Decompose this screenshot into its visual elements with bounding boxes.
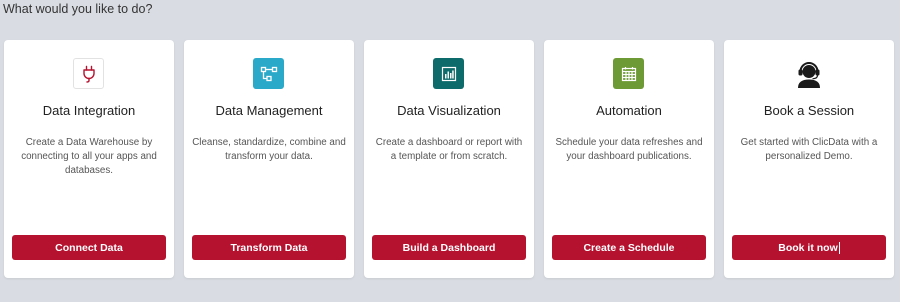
action-cards: Data Integration Create a Data Warehouse… [4, 40, 896, 278]
card-title: Automation [596, 103, 662, 118]
card-data-management: Data Management Cleanse, standardize, co… [184, 40, 354, 278]
page-prompt: What would you like to do? [3, 2, 153, 16]
card-description: Get started with ClicData with a persona… [740, 137, 878, 162]
card-book-session: Book a Session Get started with ClicData… [724, 40, 894, 278]
button-label: Book it now [778, 241, 838, 254]
card-description: Cleanse, standardize, combine and transf… [192, 137, 346, 162]
card-title: Book a Session [763, 103, 855, 118]
transform-data-button[interactable]: Transform Data [192, 235, 346, 260]
flow-nodes-icon [253, 58, 284, 89]
card-description: Schedule your data refreshes and your da… [555, 137, 703, 162]
plug-icon [73, 58, 104, 89]
card-data-visualization: Data Visualization Create a dashboard or… [364, 40, 534, 278]
card-description: Create a Data Warehouse by connecting to… [21, 137, 157, 176]
support-agent-icon [793, 58, 824, 89]
card-title: Data Integration [42, 103, 136, 118]
card-automation: Automation Schedule your data refreshes … [544, 40, 714, 278]
card-description: Create a dashboard or report with a temp… [375, 137, 523, 162]
calendar-icon [613, 58, 644, 89]
create-schedule-button[interactable]: Create a Schedule [552, 235, 706, 260]
card-title: Data Visualization [397, 103, 501, 118]
connect-data-button[interactable]: Connect Data [12, 235, 166, 260]
card-data-integration: Data Integration Create a Data Warehouse… [4, 40, 174, 278]
card-title: Data Management [215, 103, 323, 118]
bar-chart-icon [433, 58, 464, 89]
text-cursor [838, 241, 840, 254]
book-it-now-button[interactable]: Book it now [732, 235, 886, 260]
build-dashboard-button[interactable]: Build a Dashboard [372, 235, 526, 260]
